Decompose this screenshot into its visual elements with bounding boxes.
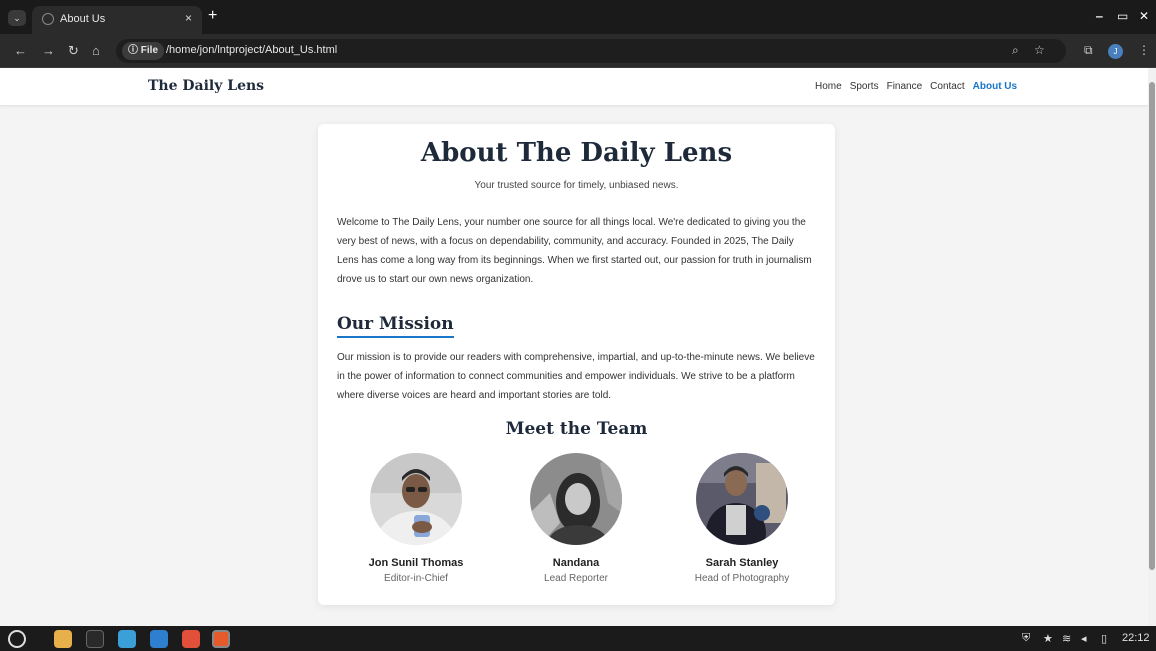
- browser-tabbar: ⌄ About Us × + ‒ ▭ ✕: [0, 0, 1156, 34]
- nav-finance[interactable]: Finance: [887, 81, 923, 92]
- member-photo: [370, 453, 462, 545]
- url-text[interactable]: /home/jon/lntproject/About_Us.html: [166, 44, 337, 56]
- ubuntu-app-icon[interactable]: [182, 630, 200, 648]
- page-viewport: The Daily Lens Home Sports Finance Conta…: [0, 68, 1148, 626]
- new-tab-icon[interactable]: +: [208, 7, 217, 25]
- restore-icon[interactable]: ▭: [1117, 9, 1128, 23]
- nav-sports[interactable]: Sports: [850, 81, 879, 92]
- reload-icon[interactable]: ↻: [68, 43, 79, 59]
- member-name: Sarah Stanley: [705, 557, 779, 569]
- mission-heading: Our Mission: [337, 314, 454, 338]
- extensions-icon[interactable]: ⧉: [1084, 43, 1093, 58]
- member-name: Nandana: [552, 557, 600, 569]
- nav-contact[interactable]: Contact: [930, 81, 964, 92]
- team-member-card: Nandana Lead Reporter: [496, 453, 656, 584]
- home-icon[interactable]: ⌂: [92, 43, 100, 58]
- member-name: Jon Sunil Thomas: [368, 557, 464, 569]
- page-scrollbar[interactable]: [1148, 68, 1156, 626]
- tab-close-icon[interactable]: ×: [185, 11, 192, 25]
- terminal-icon[interactable]: [86, 630, 104, 648]
- member-photo: [696, 453, 788, 545]
- member-role: Editor-in-Chief: [384, 573, 448, 584]
- wifi-icon[interactable]: ≋: [1062, 632, 1071, 645]
- team-heading: Meet the Team: [505, 419, 648, 439]
- browser-toolbar: ← → ↻ ⌂ ⓘ File /home/jon/lntproject/Abou…: [0, 34, 1156, 68]
- star-icon[interactable]: ★: [1043, 632, 1053, 645]
- scrollbar-thumb[interactable]: [1149, 82, 1155, 570]
- page-title: About The Daily Lens: [420, 138, 733, 168]
- kebab-menu-icon[interactable]: ⋮: [1138, 43, 1150, 57]
- site-info-badge[interactable]: ⓘ File: [122, 42, 165, 60]
- zoom-icon[interactable]: ⌕: [1012, 43, 1019, 58]
- member-role: Head of Photography: [694, 573, 790, 584]
- nav-home[interactable]: Home: [815, 81, 842, 92]
- start-menu-icon[interactable]: [8, 630, 26, 648]
- minimize-icon[interactable]: ‒: [1096, 9, 1103, 23]
- chrome-icon[interactable]: [212, 630, 230, 648]
- member-role: Lead Reporter: [544, 573, 608, 584]
- member-photo: [530, 453, 622, 545]
- app-cube-icon[interactable]: [118, 630, 136, 648]
- back-icon[interactable]: ←: [14, 43, 27, 58]
- site-brand[interactable]: The Daily Lens: [148, 78, 264, 94]
- profile-avatar[interactable]: J: [1108, 44, 1123, 59]
- tagline: Your trusted source for timely, unbiased…: [474, 180, 679, 191]
- vscode-icon[interactable]: [150, 630, 168, 648]
- nav-about-us[interactable]: About Us: [973, 81, 1017, 92]
- tab-title: About Us: [60, 13, 106, 25]
- address-bar[interactable]: ⓘ File /home/jon/lntproject/About_Us.htm…: [116, 39, 1066, 63]
- intro-paragraph: Welcome to The Daily Lens, your number o…: [337, 217, 812, 285]
- bookmark-star-icon[interactable]: ☆: [1034, 43, 1045, 57]
- globe-icon: [42, 13, 54, 25]
- browser-tab[interactable]: About Us ×: [32, 6, 202, 34]
- team-member-card: Sarah Stanley Head of Photography: [662, 453, 822, 584]
- tab-search-menu-icon[interactable]: ⌄: [8, 10, 26, 26]
- volume-icon[interactable]: ◂: [1081, 632, 1087, 645]
- os-taskbar: ⛨ ★ ≋ ◂ ▯ 22:12: [0, 626, 1156, 651]
- close-window-icon[interactable]: ✕: [1139, 9, 1149, 23]
- mission-paragraph: Our mission is to provide our readers wi…: [337, 352, 815, 401]
- site-header: The Daily Lens Home Sports Finance Conta…: [0, 68, 1148, 106]
- shield-icon[interactable]: ⛨: [1022, 632, 1030, 645]
- team-member-card: Jon Sunil Thomas Editor-in-Chief: [336, 453, 496, 584]
- site-nav: Home Sports Finance Contact About Us: [815, 81, 1017, 92]
- clock[interactable]: 22:12: [1122, 632, 1150, 644]
- file-manager-icon[interactable]: [54, 630, 72, 648]
- forward-icon[interactable]: →: [42, 43, 55, 58]
- about-card: About The Daily Lens Your trusted source…: [318, 124, 835, 605]
- battery-icon[interactable]: ▯: [1101, 632, 1107, 645]
